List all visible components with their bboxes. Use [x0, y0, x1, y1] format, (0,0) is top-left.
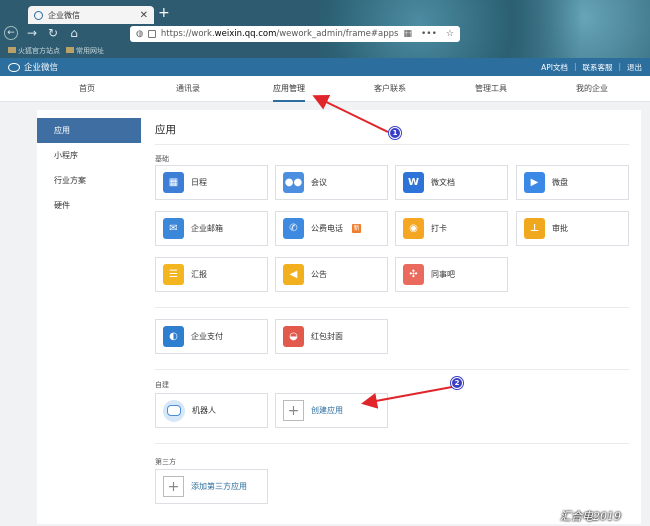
app-card-checkin[interactable]: ◉ 打卡 — [395, 211, 508, 246]
location-icon: ◉ — [403, 218, 424, 239]
robot-icon — [163, 399, 185, 422]
back-icon[interactable]: ← — [4, 26, 18, 40]
bookmark-item[interactable]: 火狐官方站点 — [8, 46, 60, 56]
community-icon: ✣ — [403, 264, 424, 285]
chat-bubble-icon — [8, 62, 20, 72]
nav-app-management[interactable]: 应用管理 — [273, 76, 305, 102]
browser-nav-buttons: ← → ↻ ⌂ — [4, 26, 81, 40]
app-card-mail[interactable]: ✉ 企业邮箱 — [155, 211, 268, 246]
app-card-robot[interactable]: 机器人 — [155, 393, 268, 428]
divider — [155, 369, 629, 370]
megaphone-icon: ◀ — [283, 264, 304, 285]
browser-tab[interactable]: 企业微信 ✕ — [28, 6, 154, 24]
plus-icon: + — [283, 400, 304, 421]
browser-chrome: 企业微信 ✕ + ← → ↻ ⌂ ◍ https://work.weixin.q… — [0, 0, 650, 58]
url-text: https://work.weixin.qq.com/wework_admin/… — [160, 29, 399, 39]
top-navigation: 首页 通讯录 应用管理 客户联系 管理工具 我的企业 — [0, 76, 650, 102]
mail-icon: ✉ — [163, 218, 184, 239]
wework-tab-icon — [34, 10, 43, 20]
app-card-drive[interactable]: ▶ 微盘 — [516, 165, 629, 200]
page-title: 应用 — [155, 124, 176, 136]
app-card-payment[interactable]: ◐ 企业支付 — [155, 319, 268, 354]
wework-header: 企业微信 API文档 | 联系客服 | 退出 — [0, 58, 650, 76]
bookmark-star-icon[interactable]: ☆ — [446, 29, 454, 39]
nav-home[interactable]: 首页 — [79, 76, 95, 102]
app-card-meeting[interactable]: ●● 会议 — [275, 165, 388, 200]
qr-icon[interactable]: ▦ — [403, 29, 412, 39]
more-icon[interactable]: ••• — [421, 29, 437, 39]
app-card-report[interactable]: ☰ 汇报 — [155, 257, 268, 292]
stamp-icon: ⊥ — [524, 218, 545, 239]
section-third-party-label: 第三方 — [155, 458, 176, 466]
bookmarks-bar: 火狐官方站点 常用网址 — [8, 46, 104, 56]
pay-icon: ◐ — [163, 326, 184, 347]
phone-icon: ✆ — [283, 218, 304, 239]
forward-icon[interactable]: → — [25, 26, 39, 40]
calendar-icon: ▦ — [163, 172, 184, 193]
app-card-announcement[interactable]: ◀ 公告 — [275, 257, 388, 292]
sidebar-item-apps[interactable]: 应用 — [37, 118, 141, 143]
app-card-schedule[interactable]: ▦ 日程 — [155, 165, 268, 200]
sidebar: 应用 小程序 行业方案 硬件 — [37, 110, 141, 524]
reload-icon[interactable]: ↻ — [46, 26, 60, 40]
wework-logo: 企业微信 — [8, 61, 58, 73]
doc-icon: W — [403, 172, 424, 193]
sidebar-item-industry[interactable]: 行业方案 — [37, 168, 141, 193]
app-card-phone[interactable]: ✆ 公费电话 新 — [275, 211, 388, 246]
divider — [155, 443, 629, 444]
meeting-icon: ●● — [283, 172, 304, 193]
contact-support-link[interactable]: 联系客服 — [582, 62, 612, 73]
close-tab-icon[interactable]: ✕ — [140, 10, 148, 21]
main-panel: 应用 基础 ▦ 日程 ●● 会议 W 微文档 ▶ 微盘 ✉ 企业邮箱 ✆ 公费电… — [141, 110, 641, 524]
report-icon: ☰ — [163, 264, 184, 285]
tab-title: 企业微信 — [48, 10, 80, 20]
callout-1: 1 — [389, 127, 401, 139]
drive-icon: ▶ — [524, 172, 545, 193]
watermark: 汇合电2019 — [560, 510, 621, 523]
lock-icon — [148, 30, 156, 38]
folder-icon — [8, 47, 16, 53]
nav-my-enterprise[interactable]: 我的企业 — [576, 76, 608, 102]
section-basic-label: 基础 — [155, 155, 169, 163]
app-card-doc[interactable]: W 微文档 — [395, 165, 508, 200]
shield-icon: ◍ — [136, 29, 144, 39]
section-custom-label: 自建 — [155, 381, 169, 389]
new-tab-icon[interactable]: + — [158, 5, 170, 21]
divider — [155, 144, 629, 145]
address-bar[interactable]: ◍ https://work.weixin.qq.com/wework_admi… — [130, 26, 460, 42]
divider — [155, 307, 629, 308]
api-docs-link[interactable]: API文档 — [541, 62, 568, 73]
bookmark-item[interactable]: 常用网址 — [66, 46, 104, 56]
nav-management-tools[interactable]: 管理工具 — [475, 76, 507, 102]
sidebar-item-miniprogram[interactable]: 小程序 — [37, 143, 141, 168]
app-card-approval[interactable]: ⊥ 审批 — [516, 211, 629, 246]
home-icon[interactable]: ⌂ — [67, 26, 81, 40]
redpacket-icon: ◒ — [283, 326, 304, 347]
sidebar-item-hardware[interactable]: 硬件 — [37, 193, 141, 218]
create-app-button[interactable]: + 创建应用 — [275, 393, 388, 428]
new-badge: 新 — [352, 224, 361, 233]
add-third-party-app-button[interactable]: + 添加第三方应用 — [155, 469, 268, 504]
plus-icon: + — [163, 476, 184, 497]
nav-customer-contact[interactable]: 客户联系 — [374, 76, 406, 102]
app-card-redpacket[interactable]: ◒ 红包封面 — [275, 319, 388, 354]
nav-contacts[interactable]: 通讯录 — [176, 76, 200, 102]
callout-2: 2 — [451, 377, 463, 389]
app-card-community[interactable]: ✣ 同事吧 — [395, 257, 508, 292]
logout-link[interactable]: 退出 — [627, 62, 642, 73]
folder-icon — [66, 47, 74, 53]
